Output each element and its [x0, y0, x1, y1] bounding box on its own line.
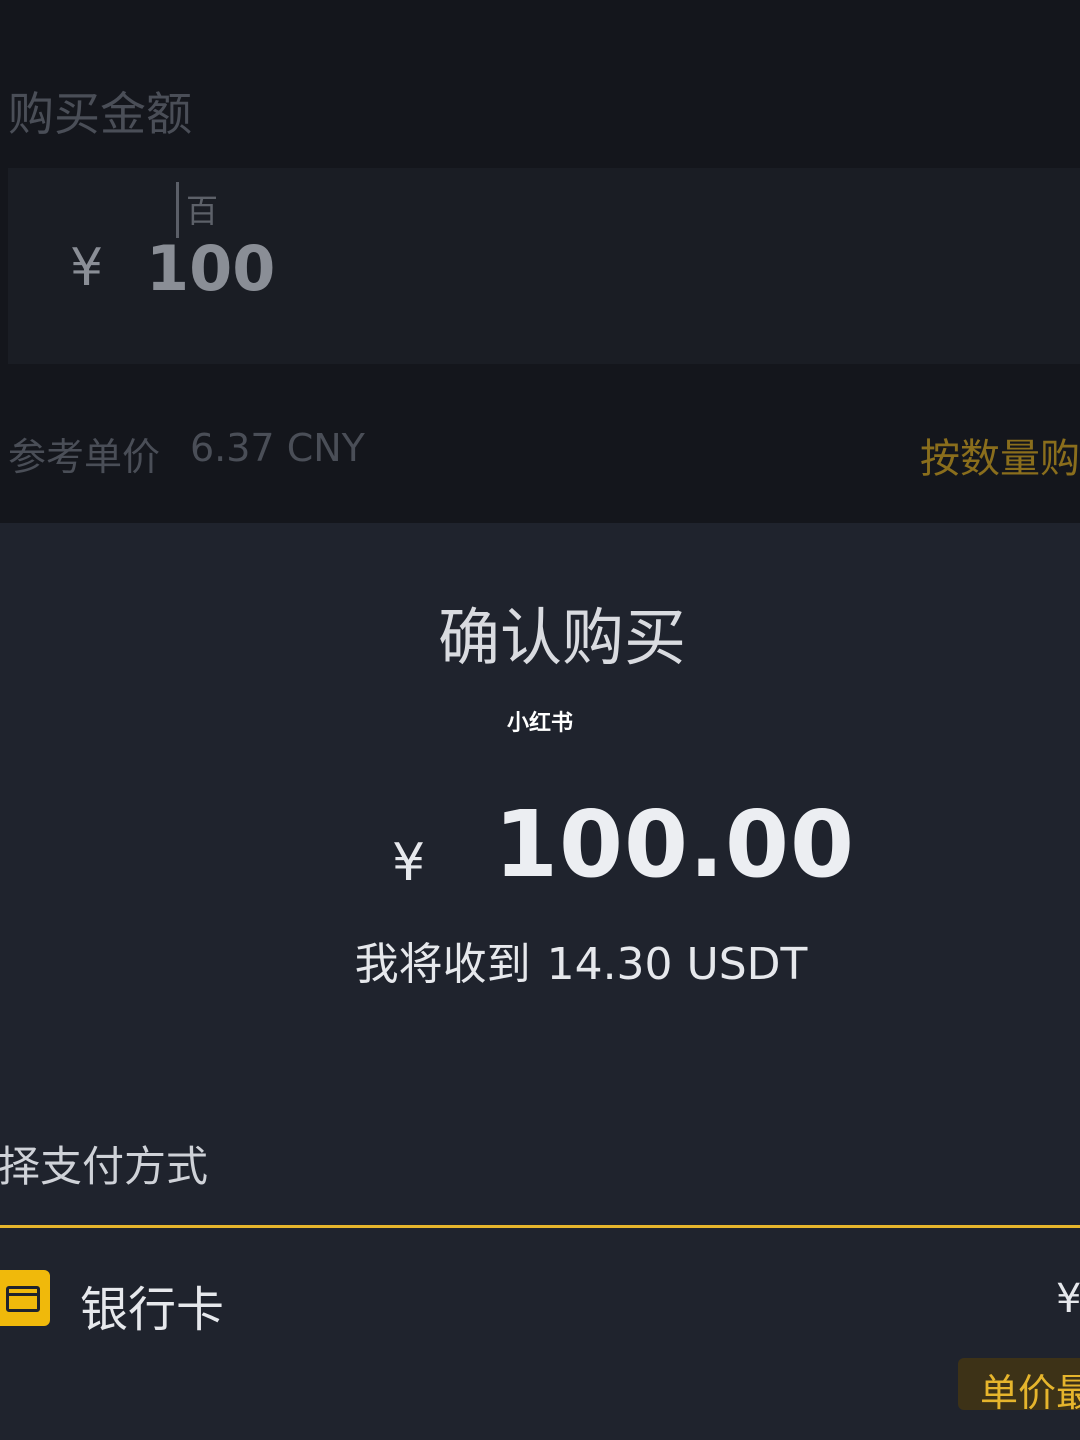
sheet-title: 确认购买 — [437, 601, 686, 674]
reference-price-value: 6.37 CNY — [190, 426, 365, 470]
receive-label: 我将收到 — [354, 939, 531, 990]
payment-option-amount: ¥ — [1056, 1276, 1080, 1322]
text-cursor — [176, 182, 179, 238]
bank-card-icon — [0, 1270, 50, 1326]
purchase-amount-title: 购买金额 — [8, 87, 192, 141]
confirm-amount: 100.00 — [494, 791, 856, 898]
badge-label: 单价最 — [980, 1371, 1080, 1410]
buy-by-quantity-link[interactable]: 按数量购 — [920, 426, 1080, 484]
payment-option-bank-card[interactable]: 银行卡 ¥ 单价最 — [0, 1225, 1080, 1440]
input-amount-value: 100 — [146, 232, 276, 305]
input-currency-symbol: ¥ — [70, 238, 104, 298]
payment-method-heading: 择支付方式 — [0, 1142, 209, 1191]
receive-amount: 14.30 USDT — [546, 939, 808, 990]
best-unit-price-badge: 单价最 — [958, 1358, 1080, 1410]
receive-summary: 我将收到 14.30 USDT — [0, 928, 1080, 992]
confirm-purchase-sheet: 确认购买 小红书 ¥ 100.00 我将收到 14.30 USDT 择支付方式 银… — [0, 523, 1080, 1440]
confirm-currency-symbol: ¥ — [392, 833, 426, 893]
reference-price-label: 参考单价 — [8, 435, 161, 479]
purchase-form-background: 购买金额 百 ¥ 100 参考单价 6.37 CNY 按数量购 — [0, 0, 1080, 523]
amount-unit-hint: 百 — [186, 192, 219, 230]
payment-option-label: 银行卡 — [80, 1282, 225, 1338]
watermark-logo: 小红书 — [506, 711, 573, 736]
